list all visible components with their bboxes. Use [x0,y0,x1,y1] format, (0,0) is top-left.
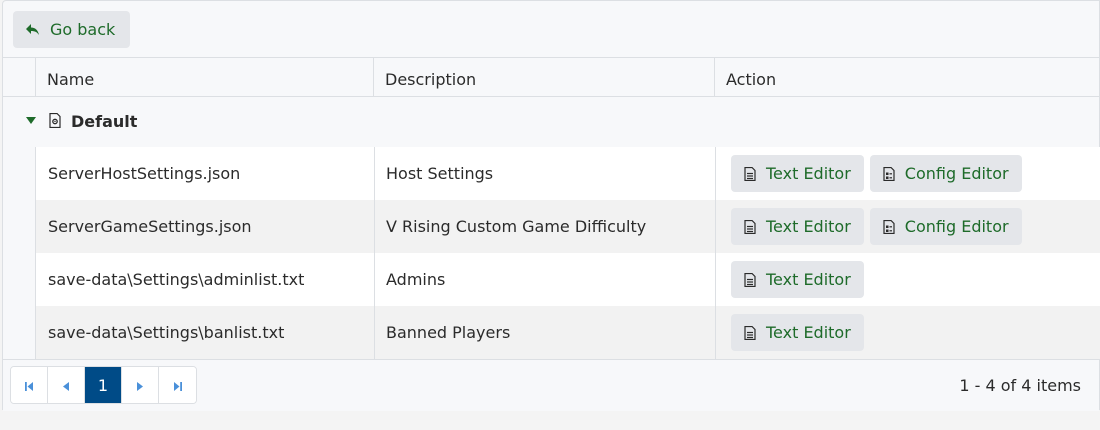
next-page-button[interactable] [122,367,159,403]
config-file-icon [883,219,895,234]
caret-left-icon [63,376,69,395]
file-description: Admins [374,253,715,306]
collapse-caret-icon[interactable] [26,117,36,124]
config-editor-button[interactable]: Config Editor [869,208,1022,245]
document-icon [744,272,756,287]
file-description: V Rising Custom Game Difficulty [374,200,715,253]
text-editor-button[interactable]: Text Editor [731,261,864,298]
text-editor-button[interactable]: Text Editor [731,155,864,192]
config-file-icon [883,166,895,181]
toolbar: Go back [2,0,1100,57]
config-editor-label: Config Editor [904,164,1009,183]
row-actions: Text Editor Config Editor [715,200,1100,253]
page-button-current[interactable]: 1 [85,367,122,403]
document-icon [744,219,756,234]
back-arrow-icon [26,23,40,36]
column-header-description[interactable]: Description [373,58,714,96]
column-header-action[interactable]: Action [714,58,1100,96]
table-row: ServerGameSettings.json V Rising Custom … [35,200,1100,253]
pager-bar: 1 1 - 4 of 4 items [3,359,1099,411]
file-description: Host Settings [374,147,715,200]
group-indent [3,147,35,359]
caret-right-icon [137,376,143,395]
text-editor-label: Text Editor [766,217,851,236]
file-description: Banned Players [374,306,715,359]
text-editor-button[interactable]: Text Editor [731,208,864,245]
first-page-button[interactable] [11,367,48,403]
config-editor-label: Config Editor [904,217,1009,236]
previous-page-button[interactable] [48,367,85,403]
text-editor-label: Text Editor [766,164,851,183]
file-name: save-data\Settings\banlist.txt [48,323,285,342]
document-icon [744,166,756,181]
grid-rows: ServerHostSettings.json Host Settings Te… [35,147,1100,359]
table-row: save-data\Settings\banlist.txt Banned Pl… [35,306,1100,359]
file-name: ServerGameSettings.json [48,217,252,236]
config-editor-button[interactable]: Config Editor [869,155,1022,192]
text-editor-button[interactable]: Text Editor [731,314,864,351]
text-editor-label: Text Editor [766,323,851,342]
document-icon [744,325,756,340]
file-name: save-data\Settings\adminlist.txt [48,270,305,289]
last-page-icon [173,376,182,395]
first-page-icon [24,376,34,395]
go-back-button[interactable]: Go back [13,11,130,48]
table-row: ServerHostSettings.json Host Settings Te… [35,147,1100,200]
last-page-button[interactable] [159,367,196,403]
go-back-label: Go back [50,20,116,39]
pager-info: 1 - 4 of 4 items [959,376,1081,395]
text-editor-label: Text Editor [766,270,851,289]
row-actions: Text Editor [715,306,1100,359]
file-name: ServerHostSettings.json [48,164,241,183]
pagination: 1 [10,366,197,404]
group-label: Default [71,112,138,131]
group-row-default: Default [3,97,1099,147]
table-row: save-data\Settings\adminlist.txt Admins … [35,253,1100,306]
file-grid: Name Description Action Default ServerHo… [2,57,1100,411]
file-config-icon [49,112,61,132]
column-header-name[interactable]: Name [35,58,373,96]
row-actions: Text Editor Config Editor [715,147,1100,200]
row-actions: Text Editor [715,253,1100,306]
grid-header: Name Description Action [3,58,1099,97]
